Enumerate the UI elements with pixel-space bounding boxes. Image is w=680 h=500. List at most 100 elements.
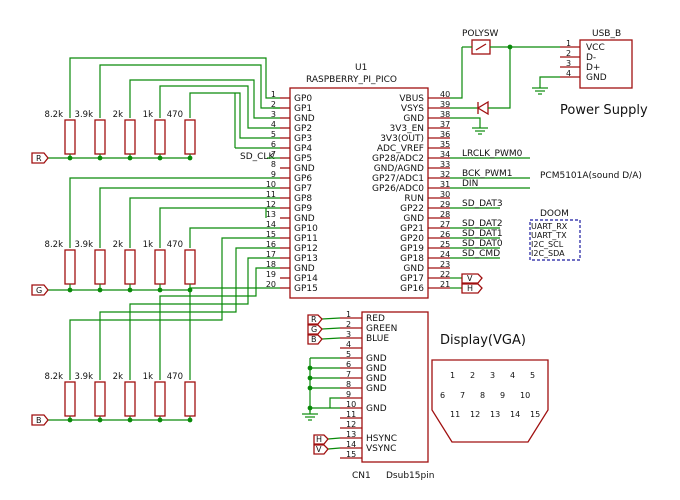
usb-pin-name-1: VCC <box>586 43 605 53</box>
usb-pin-num-1: 1 <box>566 39 571 48</box>
pico-pin-num-28: 28 <box>440 210 450 219</box>
dac-note: PCM5101A(sound D/A) <box>540 171 642 181</box>
pico-pin-name-12: GP9 <box>294 204 312 214</box>
resistor-value-label: 3.9k <box>75 110 94 120</box>
power-supply-title: Power Supply <box>560 103 648 118</box>
pico-pin-name-25: GP19 <box>400 244 424 254</box>
resistor-8.2k <box>64 249 76 285</box>
vga-pin-8: 8 <box>480 391 485 400</box>
pico-pin-name-30: RUN <box>404 194 424 204</box>
resistor-3.9k <box>94 381 106 417</box>
usb-pin-name-2: D- <box>586 53 596 63</box>
pico-pin-name-23: GND <box>403 264 424 274</box>
resistor-value-label: 470 <box>167 240 183 250</box>
resistor-value-label: 3.9k <box>75 240 94 250</box>
pico-pin-num-22: 22 <box>440 270 450 279</box>
cn1-pin-name-13: HSYNC <box>366 434 397 444</box>
pico-pin-name-31: GP26/ADC0 <box>372 184 424 194</box>
schematic-canvas: { "mcu": { "ref": "U1", "part": "RASPBER… <box>0 0 680 500</box>
pico-pin-name-4: GP2 <box>294 124 312 134</box>
pico-pin-num-30: 30 <box>440 190 450 199</box>
pico-pin-name-34: GP28/ADC2 <box>372 154 424 164</box>
vga-pin-14: 14 <box>510 410 520 419</box>
pico-pin-num-21: 21 <box>440 280 450 289</box>
pico-pin-name-14: GP10 <box>294 224 318 234</box>
pico-pin-name-10: GP7 <box>294 184 312 194</box>
svg-text:B: B <box>311 335 317 344</box>
pico-pin-name-3: GND <box>294 114 315 124</box>
pico-pin-name-8: GND <box>294 164 315 174</box>
pico-pin-name-13: GND <box>294 214 315 224</box>
pico-pin-name-37: 3V3_EN <box>389 124 424 134</box>
port-r-label: R <box>36 154 42 163</box>
cn1-pin-name-2: GREEN <box>366 324 397 334</box>
doom-uart-rx: UART_RX <box>531 222 568 231</box>
cn1-pin-num-4: 4 <box>346 340 351 349</box>
net-lrclk: LRCLK_PWM0 <box>462 149 523 159</box>
pico-pin-name-19: GP14 <box>294 274 318 284</box>
pico-pin-name-22: GP17 <box>400 274 424 284</box>
pico-pin-num-40: 40 <box>440 90 450 99</box>
pico-pin-name-36: 3V3(OUT) <box>380 134 424 144</box>
port-b-label: B <box>36 416 42 425</box>
vga-pin-12: 12 <box>470 410 480 419</box>
pico-pin-name-24: GP18 <box>400 254 424 264</box>
resistor-2k <box>124 249 136 285</box>
resistor-value-label: 2k <box>113 110 123 120</box>
pico-pin-num-34: 34 <box>440 150 450 159</box>
pico-pin-num-26: 26 <box>440 230 450 239</box>
pico-pin-num-13: 13 <box>266 210 276 219</box>
schematic-svg: U1 RASPBERRY_PI_PICO 1 GP02 GP13 GND4 GP25 GP… <box>31 29 648 481</box>
pico-pin-name-26: GP20 <box>400 234 424 244</box>
pico-pin-name-27: GP21 <box>400 224 424 234</box>
cn1-pin-name-14: VSYNC <box>366 444 396 454</box>
pico-part: RASPBERRY_PI_PICO <box>306 75 397 85</box>
net-din: DIN <box>462 179 478 189</box>
pico-pin-num-31: 31 <box>440 180 450 189</box>
resistor-1k <box>154 249 166 285</box>
cn1-port-r: R <box>307 314 323 325</box>
pico-pin-name-18: GND <box>294 264 315 274</box>
doom-i2c-sda: I2C_SDA <box>531 249 565 258</box>
cn1-pin-num-1: 1 <box>346 310 351 319</box>
vga-pin-row-3: 11 12 13 14 15 <box>450 410 540 419</box>
vga-pin-3: 3 <box>490 371 495 380</box>
cn1-pin-name-7: GND <box>366 374 387 384</box>
svg-text:G: G <box>311 325 317 334</box>
resistor-value-label: 8.2k <box>45 372 64 382</box>
vga-pin-5: 5 <box>530 371 535 380</box>
vga-pin-6: 6 <box>440 391 445 400</box>
port-h-right: H <box>461 283 483 294</box>
resistor-value-label: 3.9k <box>75 372 94 382</box>
resistor-470 <box>184 381 196 417</box>
cn1-pin-name-10: GND <box>366 404 387 414</box>
doom-title: DOOM <box>540 209 569 219</box>
pico-pin-num-38: 38 <box>440 110 450 119</box>
usb-label: USB_B <box>592 29 621 39</box>
dsub15-connector: 1 RED 2 GREEN 3 BLUE 45 GND 6 GND 7 GND 8 GND 910 GND 11… <box>302 310 434 481</box>
doom-uart-tx: UART_TX <box>531 231 567 240</box>
net-sd-clk: SD_CLK <box>240 152 275 162</box>
net-bck: BCK_PWM1 <box>462 169 513 179</box>
vga-display: Display(VGA) 12345 6 7 8 9 10 11 12 13 14 15 <box>431 333 549 443</box>
pico-pin-name-29: GP22 <box>400 204 424 214</box>
cn1-pin-name-6: GND <box>366 364 387 374</box>
cn1-pin-num-8: 8 <box>346 380 351 389</box>
resistor-value-label: 470 <box>167 110 183 120</box>
pico-pin-name-17: GP13 <box>294 254 318 264</box>
resistor-8.2k <box>64 381 76 417</box>
resistor-value-label: 2k <box>113 240 123 250</box>
pico-pin-name-16: GP12 <box>294 244 318 254</box>
resistor-2k <box>124 119 136 155</box>
pico-pin-num-35: 35 <box>440 140 450 149</box>
resistor-network-blue: 8.2k 3.9k 2k 1k 470 <box>45 372 196 423</box>
cn1-port-g: G <box>307 324 323 335</box>
svg-text:H: H <box>467 284 473 293</box>
pico-pin-name-33: GND/AGND <box>374 164 424 174</box>
resistor-value-label: 2k <box>113 372 123 382</box>
resistor-1k <box>154 119 166 155</box>
pico-pin-name-38: GND <box>403 114 424 124</box>
vga-pin-13: 13 <box>490 410 500 419</box>
pico-pin-name-1: GP0 <box>294 94 312 104</box>
vga-pin-row-1: 1 2 3 4 5 <box>450 371 535 380</box>
